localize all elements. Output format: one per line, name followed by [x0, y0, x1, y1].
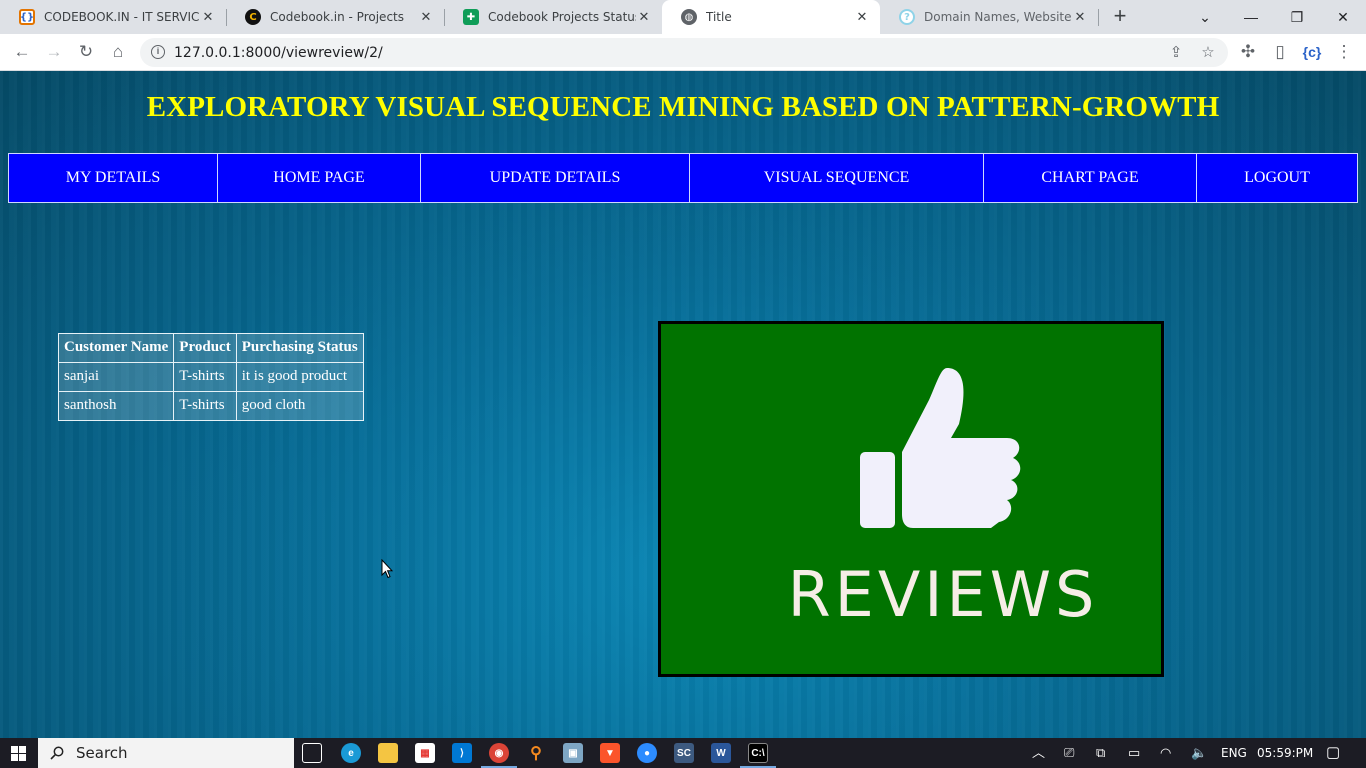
- tab-codebook-projects[interactable]: C Codebook.in - Projects ✕: [226, 0, 444, 34]
- url-text[interactable]: 127.0.0.1:8000/viewreview/2/: [174, 45, 383, 61]
- tab-codebook-services[interactable]: {} CODEBOOK.IN - IT SERVICES ✕: [0, 0, 226, 34]
- close-tab-icon[interactable]: ✕: [200, 10, 216, 25]
- browser-toolbar: ← → ↻ ⌂ i 127.0.0.1:8000/viewreview/2/ ⇪…: [0, 34, 1366, 71]
- minimize-icon[interactable]: —: [1228, 0, 1274, 34]
- close-tab-icon[interactable]: ✕: [854, 10, 870, 25]
- tab-domain-names[interactable]: ? Domain Names, Websites, Ho ✕: [880, 0, 1098, 34]
- header-purchasing-status: Purchasing Status: [235, 333, 364, 363]
- codebook-favicon-icon: {}: [19, 9, 35, 25]
- store-icon[interactable]: ▦: [415, 743, 435, 763]
- vscode-icon[interactable]: ⟩: [452, 743, 472, 763]
- sheets-favicon-icon: ✚: [463, 9, 479, 25]
- search-placeholder: Search: [76, 744, 128, 762]
- reviews-table: Customer Name Product Purchasing Status …: [57, 333, 364, 421]
- volume-icon[interactable]: 🔈: [1191, 745, 1207, 761]
- taskbar-search[interactable]: Search: [38, 738, 294, 768]
- scratch-app-icon[interactable]: SC: [674, 743, 694, 763]
- table-row: sanjai T-shirts it is good product: [57, 362, 364, 392]
- edge-icon[interactable]: e: [341, 743, 361, 763]
- table-header-row: Customer Name Product Purchasing Status: [57, 333, 364, 363]
- tab-title: Codebook.in - Projects: [270, 10, 404, 24]
- brave-icon[interactable]: ▼: [600, 743, 620, 763]
- mouse-cursor-icon: [381, 559, 393, 579]
- reload-icon[interactable]: ↻: [73, 40, 99, 64]
- windows-start-icon[interactable]: [11, 746, 26, 761]
- tab-strip: {} CODEBOOK.IN - IT SERVICES ✕ C Codeboo…: [0, 0, 1366, 34]
- new-tab-icon[interactable]: +: [1109, 5, 1131, 27]
- network-icon[interactable]: ◠: [1160, 745, 1171, 761]
- snipping-icon[interactable]: ▣: [563, 743, 583, 763]
- nav-home-page[interactable]: HOME PAGE: [218, 154, 421, 202]
- tab-title: CODEBOOK.IN - IT SERVICES: [44, 10, 200, 24]
- zoom-icon[interactable]: ●: [637, 743, 657, 763]
- restore-icon[interactable]: ❐: [1274, 0, 1320, 34]
- share-icon[interactable]: ⇪: [1166, 43, 1186, 63]
- close-window-icon[interactable]: ✕: [1320, 0, 1366, 34]
- page-title: EXPLORATORY VISUAL SEQUENCE MINING BASED…: [146, 91, 1220, 123]
- side-panel-icon[interactable]: ▯: [1267, 40, 1293, 64]
- battery-icon[interactable]: ▭: [1128, 745, 1140, 761]
- hostinger-favicon-icon: ?: [899, 9, 915, 25]
- tab-title: Codebook Projects Status Re: [488, 10, 636, 24]
- cell-customer-name: santhosh: [57, 391, 175, 421]
- windows-taskbar: Search e ▦ ⟩ ◉ ⚲ ▣ ▼ ● SC W C:\ ︿ ⎚ ⧉ ▭ …: [0, 738, 1366, 768]
- nav-logout[interactable]: LOGOUT: [1197, 154, 1357, 202]
- meet-now-icon[interactable]: ⧉: [1096, 745, 1105, 761]
- header-product: Product: [173, 333, 237, 363]
- tab-separator: [1098, 9, 1099, 26]
- chrome-menu-icon[interactable]: ⋮: [1331, 40, 1357, 64]
- reviews-image: REVIEWS: [658, 321, 1164, 677]
- search-icon: [50, 746, 64, 760]
- task-view-icon[interactable]: [302, 743, 322, 763]
- tab-title: Domain Names, Websites, Ho: [924, 10, 1072, 24]
- notifications-icon[interactable]: ▢: [1326, 745, 1340, 761]
- thumbs-up-icon: REVIEWS: [788, 368, 1099, 631]
- cell-product: T-shirts: [173, 362, 237, 392]
- word-icon[interactable]: W: [711, 743, 731, 763]
- back-icon[interactable]: ←: [9, 40, 35, 64]
- home-icon[interactable]: ⌂: [105, 40, 131, 64]
- reviews-text: REVIEWS: [788, 558, 1099, 631]
- main-nav: MY DETAILS HOME PAGE UPDATE DETAILS VISU…: [8, 153, 1358, 203]
- header-customer-name: Customer Name: [57, 333, 175, 363]
- address-bar[interactable]: i 127.0.0.1:8000/viewreview/2/ ⇪ ☆: [140, 38, 1228, 67]
- command-prompt-icon[interactable]: C:\: [748, 743, 768, 763]
- cell-product: T-shirts: [173, 391, 237, 421]
- file-explorer-icon[interactable]: [378, 743, 398, 763]
- codebook-extension-icon[interactable]: {c}: [1299, 40, 1325, 64]
- tab-title: Title: [706, 10, 732, 24]
- tab-search-chevron-icon[interactable]: ⌄: [1182, 0, 1228, 34]
- nav-update-details[interactable]: UPDATE DETAILS: [421, 154, 690, 202]
- nav-my-details[interactable]: MY DETAILS: [9, 154, 218, 202]
- nav-chart-page[interactable]: CHART PAGE: [984, 154, 1197, 202]
- camera-icon[interactable]: ⎚: [1064, 745, 1074, 761]
- language-indicator[interactable]: ENG: [1221, 746, 1247, 760]
- bookmark-star-icon[interactable]: ☆: [1198, 43, 1218, 63]
- tab-title-active[interactable]: ◍ Title ✕: [662, 0, 880, 34]
- close-tab-icon[interactable]: ✕: [636, 10, 652, 25]
- forward-icon[interactable]: →: [41, 40, 67, 64]
- codebook-c-favicon-icon: C: [245, 9, 261, 25]
- clock[interactable]: 05:59:PM: [1257, 746, 1313, 760]
- site-info-icon[interactable]: i: [151, 45, 165, 59]
- nav-visual-sequence[interactable]: VISUAL SEQUENCE: [690, 154, 984, 202]
- show-hidden-icons-icon[interactable]: ︿: [1032, 745, 1045, 761]
- table-row: santhosh T-shirts good cloth: [57, 391, 364, 421]
- web-page: EXPLORATORY VISUAL SEQUENCE MINING BASED…: [0, 71, 1366, 738]
- close-tab-icon[interactable]: ✕: [1072, 10, 1088, 25]
- close-tab-icon[interactable]: ✕: [418, 10, 434, 25]
- search-tool-icon[interactable]: ⚲: [526, 743, 546, 763]
- cell-customer-name: sanjai: [57, 362, 175, 392]
- chrome-icon[interactable]: ◉: [489, 743, 509, 763]
- globe-favicon-icon: ◍: [681, 9, 697, 25]
- extensions-puzzle-icon[interactable]: ✣: [1235, 40, 1261, 64]
- cell-purchasing-status: it is good product: [235, 362, 364, 392]
- tab-projects-status[interactable]: ✚ Codebook Projects Status Re ✕: [444, 0, 662, 34]
- cell-purchasing-status: good cloth: [235, 391, 364, 421]
